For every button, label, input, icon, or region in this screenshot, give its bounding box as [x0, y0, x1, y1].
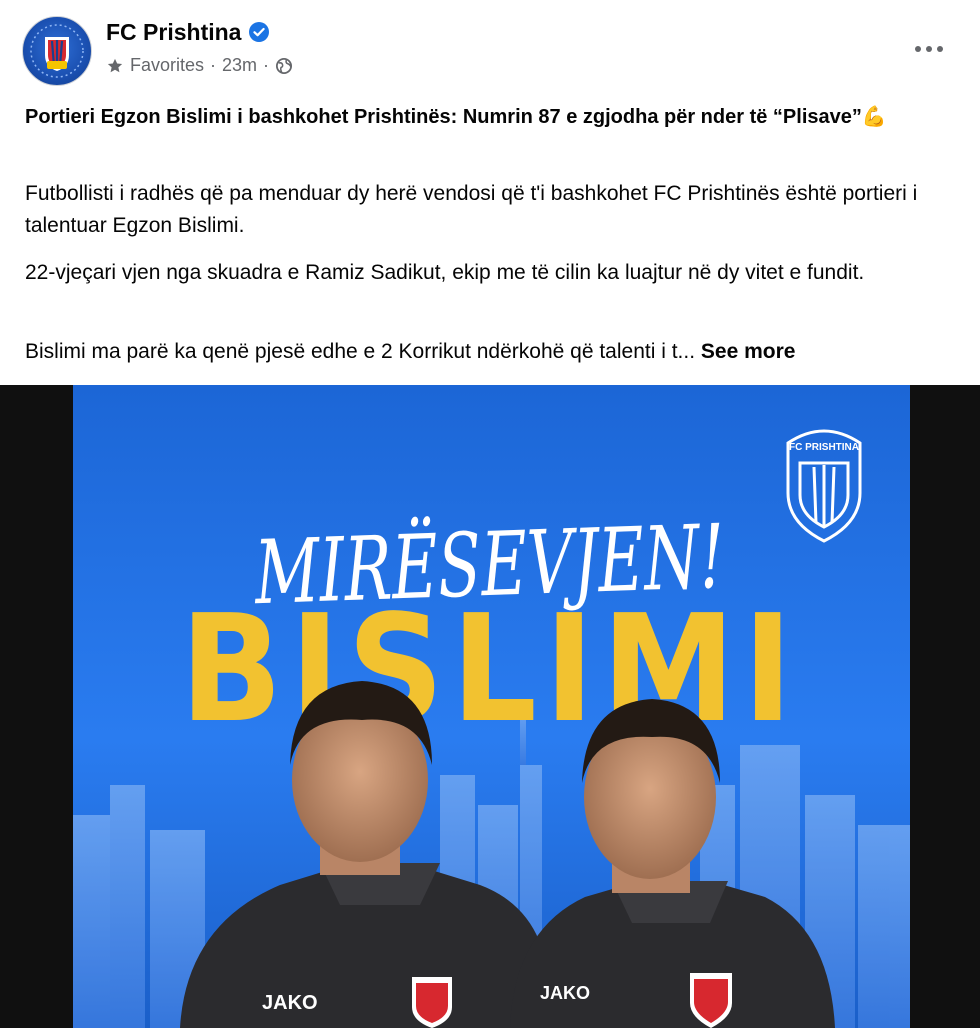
- post-image[interactable]: FC PRISHTINA BISLIMI MIRËSEVJEN! JAKO JA…: [0, 385, 980, 1028]
- audience-label[interactable]: Favorites: [130, 55, 204, 76]
- shirt-brand: JAKO: [262, 992, 318, 1014]
- post-paragraph-text: Bislimi ma parë ka qenë pjesë edhe e 2 K…: [25, 340, 696, 363]
- globe-icon: [276, 57, 293, 74]
- post-paragraph: Bislimi ma parë ka qenë pjesë edhe e 2 K…: [25, 336, 945, 368]
- page-name[interactable]: FC Prishtina: [106, 19, 241, 46]
- verified-badge-icon: [249, 22, 269, 42]
- post-time[interactable]: 23m: [222, 55, 257, 76]
- more-options-icon: [915, 46, 921, 52]
- post-paragraph: Futbollisti i radhës që pa menduar dy he…: [25, 182, 918, 237]
- post-paragraph: 22-vjeçari vjen nga skuadra e Ramiz Sadi…: [25, 261, 865, 284]
- post-meta: Favorites · 23m ·: [106, 55, 293, 76]
- meta-separator: ·: [263, 55, 270, 75]
- more-options-button[interactable]: [905, 32, 953, 66]
- page-avatar[interactable]: [22, 16, 92, 86]
- meta-separator: ·: [210, 55, 217, 75]
- banner-script: MIRËSEVJEN!: [252, 505, 727, 624]
- welcome-graphic: FC PRISHTINA BISLIMI MIRËSEVJEN! JAKO JA…: [0, 385, 980, 1028]
- shirt-brand: JAKO: [540, 983, 590, 1003]
- see-more-link[interactable]: See more: [701, 340, 796, 363]
- post-headline: Portieri Egzon Bislimi i bashkohet Prish…: [25, 106, 887, 128]
- post-header: FC Prishtina Favorites · 23m ·: [0, 0, 980, 95]
- club-logo-icon: [30, 24, 84, 78]
- badge-text: FC PRISHTINA: [789, 442, 859, 453]
- fc-prishtina-badge-icon: FC PRISHTINA: [786, 429, 862, 543]
- star-icon: [107, 58, 123, 72]
